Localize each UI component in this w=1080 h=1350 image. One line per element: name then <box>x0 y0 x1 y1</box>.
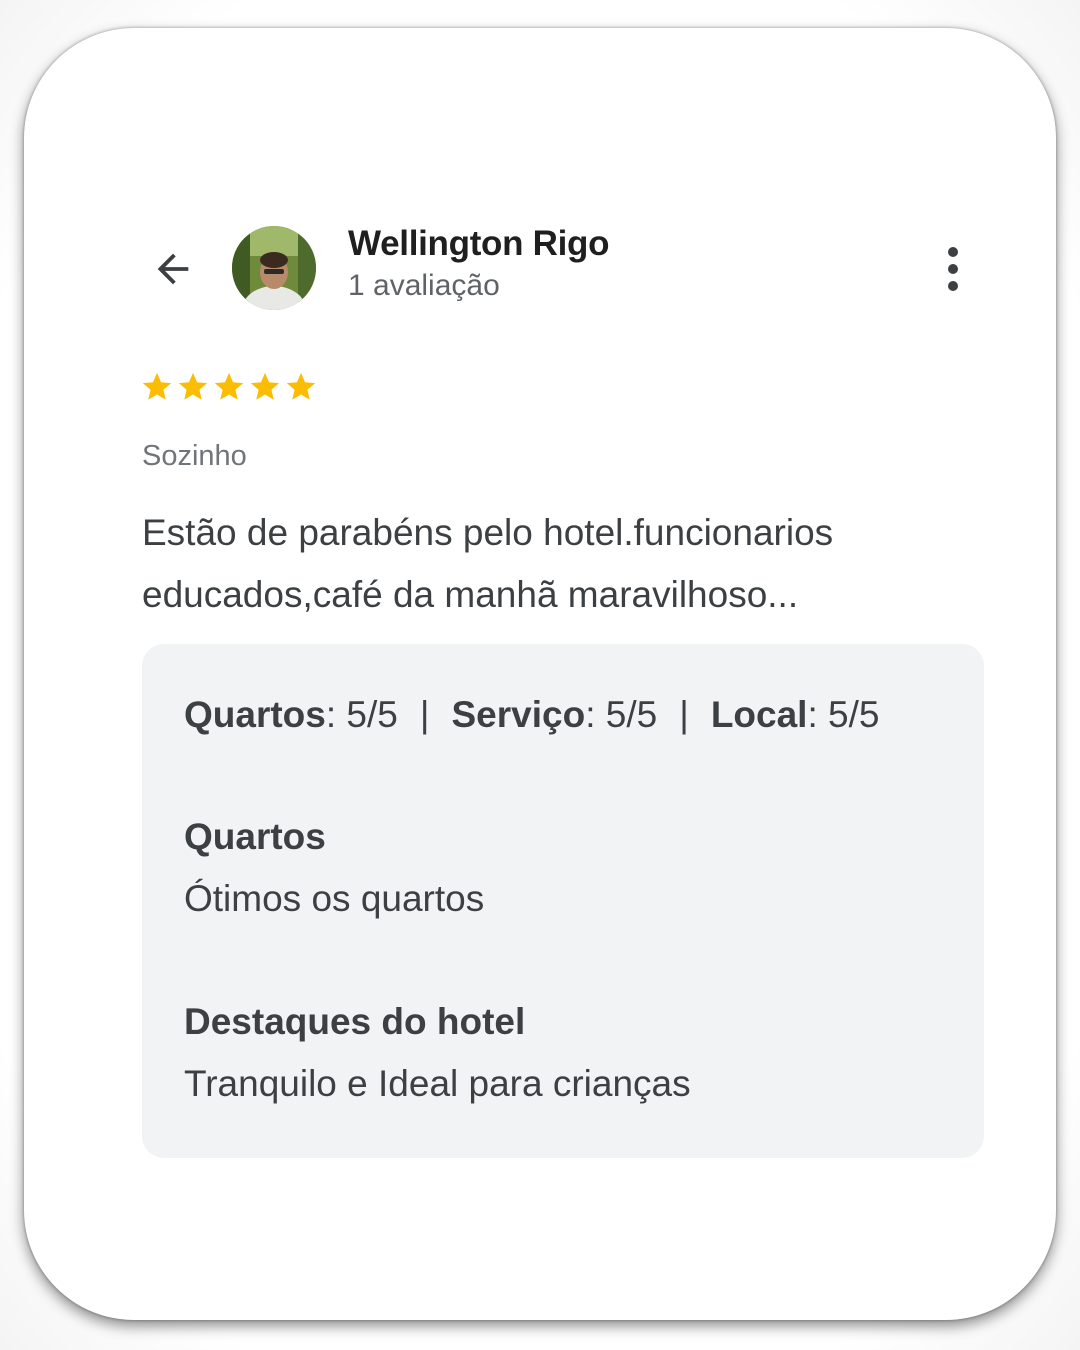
review-details: Quartos: 5/5 | Serviço: 5/5 | Local: 5/5 Qua… <box>142 644 984 1158</box>
rating-separator: | <box>679 694 689 735</box>
section-body-highlights: Tranquilo e Ideal para crianças <box>184 1063 691 1104</box>
rating-value-service: : 5/5 <box>585 694 658 735</box>
review-text: Estão de parabéns pelo hotel.funcionario… <box>142 512 834 615</box>
rating-label-service: Serviço <box>451 694 586 735</box>
rating-separator: | <box>419 694 430 735</box>
trip-type: Sozinho <box>142 440 247 472</box>
star-rating <box>140 370 318 404</box>
arrow-back-icon[interactable] <box>150 246 196 292</box>
more-vertical-icon[interactable] <box>938 244 968 294</box>
user-review-count: 1 avaliação <box>348 269 500 302</box>
rating-label-rooms: Quartos <box>184 694 326 735</box>
category-ratings: Quartos: 5/5 | Serviço: 5/5 | Local: 5/5 <box>184 694 879 736</box>
rating-value-rooms: : 5/5 <box>325 694 398 735</box>
star-icon <box>250 372 280 400</box>
avatar[interactable] <box>232 226 316 310</box>
avatar-photo <box>232 226 316 310</box>
review-card: Wellington Rigo 1 avaliação Sozinho Estã… <box>24 28 1056 1320</box>
section-title-rooms: Quartos <box>184 816 326 857</box>
rating-value-location: : 5/5 <box>807 694 880 735</box>
star-icon <box>178 372 208 400</box>
section-title-highlights: Destaques do hotel <box>184 1001 526 1042</box>
section-body-rooms: Ótimos os quartos <box>184 878 485 919</box>
star-icon <box>214 372 244 400</box>
user-name[interactable]: Wellington Rigo <box>348 224 610 264</box>
page: Wellington Rigo 1 avaliação Sozinho Estã… <box>0 0 1080 1350</box>
star-icon <box>142 372 172 400</box>
star-icon <box>286 372 316 400</box>
rating-label-location: Local <box>710 694 808 735</box>
